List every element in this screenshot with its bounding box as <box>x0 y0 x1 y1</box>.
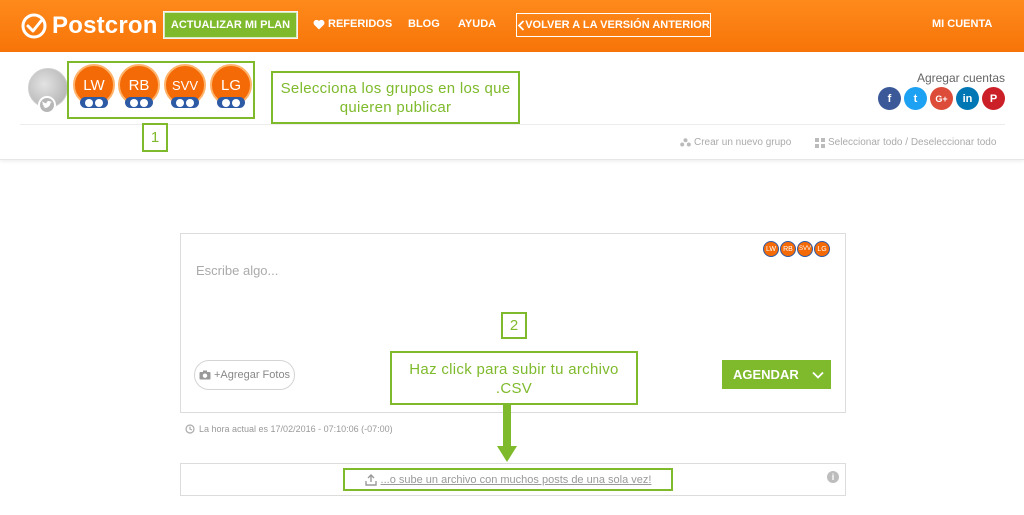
google-plus-icon[interactable]: G+ <box>930 87 953 110</box>
group-label: RB <box>128 76 150 94</box>
facebook-group-badge-icon <box>171 97 199 108</box>
twitter-icon[interactable]: t <box>904 87 927 110</box>
twitter-icon <box>38 96 56 114</box>
facebook-icon[interactable]: f <box>878 87 901 110</box>
nav-referidos-label: REFERIDOS <box>328 18 393 30</box>
google-plus-glyph: G+ <box>935 93 948 104</box>
group-label: LG <box>220 76 241 94</box>
selected-groups-indicator: LW RB SVV LG <box>763 241 830 257</box>
step-2-label: 2 <box>501 312 527 339</box>
linkedin-glyph: in <box>962 92 973 105</box>
facebook-glyph: f <box>887 92 892 105</box>
clock-icon <box>185 424 195 434</box>
group-label: SVV <box>171 77 198 93</box>
add-accounts-label: Agregar cuentas <box>916 71 1005 85</box>
logo-text: Postcron <box>52 12 158 39</box>
group-icon <box>680 138 691 147</box>
chevron-left-icon <box>517 19 525 31</box>
select-groups-callout: Selecciona los grupos en los que quieren… <box>271 71 520 124</box>
schedule-button[interactable]: AGENDAR <box>722 360 831 389</box>
nav-blog[interactable]: BLOG <box>408 18 440 30</box>
nav-referidos[interactable]: REFERIDOS <box>313 18 392 30</box>
chevron-down-icon[interactable] <box>804 371 831 379</box>
camera-icon <box>199 370 211 380</box>
arrow-down-icon <box>503 405 511 447</box>
create-group-label: Crear un nuevo grupo <box>694 137 792 148</box>
arrow-head-icon <box>497 446 517 462</box>
linkedin-icon[interactable]: in <box>956 87 979 110</box>
group-label: LW <box>83 76 105 94</box>
twitter-glyph: t <box>913 92 918 105</box>
info-icon[interactable]: i <box>827 471 839 483</box>
mini-group-avatar: SVV <box>797 241 813 257</box>
mini-group-avatar: RB <box>780 241 796 257</box>
add-photos-button[interactable]: +Agregar Fotos <box>194 360 295 390</box>
schedule-label: AGENDAR <box>733 367 799 382</box>
facebook-group-badge-icon <box>125 97 153 108</box>
select-all-label: Seleccionar todo / Deseleccionar todo <box>828 137 997 148</box>
nav-my-account[interactable]: MI CUENTA <box>932 18 992 30</box>
step-1-label: 1 <box>142 123 168 152</box>
post-text-input[interactable]: Escribe algo... <box>196 263 278 278</box>
current-time-label: La hora actual es 17/02/2016 - 07:10:06 … <box>199 424 393 434</box>
create-group-link[interactable]: Crear un nuevo grupo <box>680 137 791 148</box>
postcron-logo[interactable]: Postcron <box>20 11 158 41</box>
heart-icon <box>313 19 325 29</box>
current-time-info: La hora actual es 17/02/2016 - 07:10:06 … <box>185 424 393 434</box>
nav-ayuda[interactable]: AYUDA <box>458 18 496 30</box>
back-to-previous-version-button[interactable]: VOLVER A LA VERSIÓN ANTERIOR <box>516 13 711 37</box>
mini-group-avatar: LW <box>763 241 779 257</box>
pinterest-glyph: P <box>989 92 998 105</box>
bulk-upload-label: ...o sube un archivo con muchos posts de… <box>380 473 652 486</box>
grid-icon <box>815 137 825 148</box>
postcron-logo-icon <box>21 13 47 39</box>
back-to-previous-version-label: VOLVER A LA VERSIÓN ANTERIOR <box>525 19 710 31</box>
facebook-group-badge-icon <box>80 97 108 108</box>
add-photos-label: +Agregar Fotos <box>213 369 291 381</box>
bulk-upload-link[interactable]: ...o sube un archivo con muchos posts de… <box>343 468 673 491</box>
pinterest-icon[interactable]: P <box>982 87 1005 110</box>
upload-csv-callout: Haz click para subir tu archivo .CSV <box>390 351 638 405</box>
facebook-group-badge-icon <box>217 97 245 108</box>
select-all-link[interactable]: Seleccionar todo / Deseleccionar todo <box>815 137 996 148</box>
upgrade-plan-button[interactable]: ACTUALIZAR MI PLAN <box>163 11 298 39</box>
mini-group-avatar: LG <box>814 241 830 257</box>
upload-icon <box>364 473 377 486</box>
